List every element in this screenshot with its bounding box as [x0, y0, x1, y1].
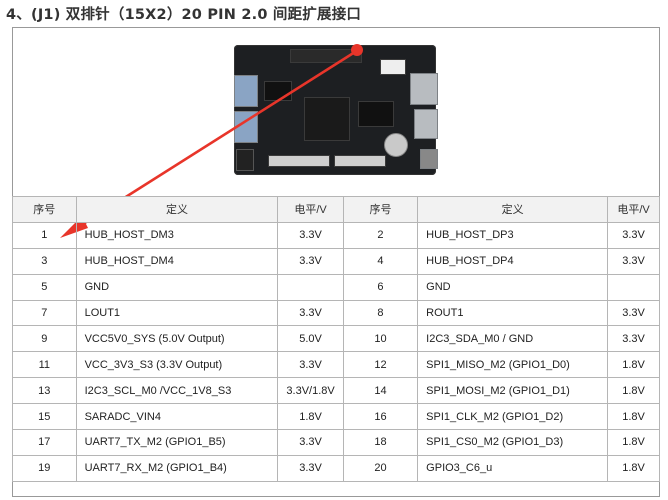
soc-chip	[304, 97, 350, 141]
table-row: 5 GND 6 GND	[12, 273, 660, 301]
pin-number: 11	[12, 351, 77, 379]
pin-number: 6	[342, 273, 419, 301]
pin-number: 7	[12, 299, 77, 327]
usb-port-top	[234, 75, 258, 107]
pin-level: 3.3V	[277, 454, 344, 482]
pin-number: 4	[342, 247, 419, 275]
pin-definition: SPI1_CS0_M2 (GPIO1_D3)	[417, 429, 609, 456]
audio-jack	[236, 149, 254, 171]
board-photo	[234, 45, 438, 175]
pin-level: 3.3V	[277, 299, 344, 327]
pin-definition: SPI1_MOSI_M2 (GPIO1_D1)	[417, 377, 609, 405]
pin-level: 3.3V	[277, 351, 344, 379]
pin-level: 3.3V	[607, 247, 660, 275]
usb-c-port	[420, 149, 438, 169]
pin-level	[277, 273, 344, 301]
pin-number: 16	[342, 403, 419, 431]
pin-level: 1.8V	[607, 403, 660, 431]
pin-number: 8	[342, 299, 419, 327]
pin-level: 3.3V/1.8V	[277, 377, 344, 405]
pin-table: 序号 定义 电平/V 序号 定义 电平/V 1 HUB_HOST_DM3 3.3…	[12, 196, 660, 482]
table-row: 17 UART7_TX_M2 (GPIO1_B5) 3.3V 18 SPI1_C…	[12, 429, 660, 456]
pin-level: 1.8V	[607, 429, 660, 456]
pin-definition: VCC5V0_SYS (5.0V Output)	[75, 325, 279, 353]
pin-level: 1.8V	[607, 377, 660, 405]
pin-definition: GND	[417, 273, 609, 301]
table-header-row: 序号 定义 电平/V 序号 定义 电平/V	[12, 196, 660, 223]
pin-definition: I2C3_SCL_M0 /VCC_1V8_S3	[75, 377, 279, 405]
pin-number: 20	[342, 454, 419, 482]
header-level: 电平/V	[607, 196, 660, 223]
usb-port-bottom	[234, 111, 258, 143]
table-row: 7 LOUT1 3.3V 8 ROUT1 3.3V	[12, 299, 660, 327]
pin-number: 9	[12, 325, 77, 353]
pin-level: 3.3V	[277, 429, 344, 456]
pin-number: 12	[342, 351, 419, 379]
pin-definition: HUB_HOST_DM4	[75, 247, 279, 275]
pin-number: 3	[12, 247, 77, 275]
hdmi-port	[414, 109, 438, 139]
table-row: 15 SARADC_VIN4 1.8V 16 SPI1_CLK_M2 (GPIO…	[12, 403, 660, 431]
ram-chip	[358, 101, 394, 127]
pin-level: 1.8V	[607, 351, 660, 379]
table-row: 13 I2C3_SCL_M0 /VCC_1V8_S3 3.3V/1.8V 14 …	[12, 377, 660, 405]
pin-definition: VCC_3V3_S3 (3.3V Output)	[75, 351, 279, 379]
pin-number: 14	[342, 377, 419, 405]
pin-level: 5.0V	[277, 325, 344, 353]
header-definition: 定义	[417, 196, 609, 223]
pin-number: 5	[12, 273, 77, 301]
pin-level: 1.8V	[277, 403, 344, 431]
pin-definition: GND	[75, 273, 279, 301]
pin-level: 3.3V	[607, 221, 660, 249]
table-row: 19 UART7_RX_M2 (GPIO1_B4) 3.3V 20 GPIO3_…	[12, 454, 660, 482]
pin-definition: SARADC_VIN4	[75, 403, 279, 431]
pin-number: 18	[342, 429, 419, 456]
pin-definition: HUB_HOST_DP4	[417, 247, 609, 275]
table-row: 1 HUB_HOST_DM3 3.3V 2 HUB_HOST_DP3 3.3V	[12, 221, 660, 249]
pin-level: 3.3V	[607, 299, 660, 327]
pin-level	[607, 273, 660, 301]
pin-definition: SPI1_MISO_M2 (GPIO1_D0)	[417, 351, 609, 379]
pin-number: 10	[342, 325, 419, 353]
table-row: 11 VCC_3V3_S3 (3.3V Output) 3.3V 12 SPI1…	[12, 351, 660, 379]
pin-definition: HUB_HOST_DM3	[75, 221, 279, 249]
fan-connector	[380, 59, 406, 75]
pin-definition: UART7_RX_M2 (GPIO1_B4)	[75, 454, 279, 482]
header-definition: 定义	[75, 196, 279, 223]
pin-level: 1.8V	[607, 454, 660, 482]
pin-number: 13	[12, 377, 77, 405]
pin-definition: LOUT1	[75, 299, 279, 327]
pin-number: 15	[12, 403, 77, 431]
rtc-battery	[384, 133, 408, 157]
pin-level: 3.3V	[277, 247, 344, 275]
pmic-chip	[264, 81, 292, 101]
pin-definition: I2C3_SDA_M0 / GND	[417, 325, 609, 353]
connector-strip	[268, 155, 330, 167]
pin-level: 3.3V	[607, 325, 660, 353]
ethernet-port	[410, 73, 438, 105]
pin-number: 17	[12, 429, 77, 456]
pin-level: 3.3V	[277, 221, 344, 249]
pin-definition: HUB_HOST_DP3	[417, 221, 609, 249]
header-index: 序号	[12, 196, 77, 223]
pin-definition: UART7_TX_M2 (GPIO1_B5)	[75, 429, 279, 456]
pin-number: 2	[342, 221, 419, 249]
pin-definition: SPI1_CLK_M2 (GPIO1_D2)	[417, 403, 609, 431]
pin-definition: GPIO3_C6_u	[417, 454, 609, 482]
section-title: 4、(J1) 双排针（15X2）20 PIN 2.0 间距扩展接口	[6, 7, 362, 23]
pin-number: 1	[12, 221, 77, 249]
pin-number: 19	[12, 454, 77, 482]
pin-definition: ROUT1	[417, 299, 609, 327]
connector-strip-2	[334, 155, 386, 167]
table-row: 3 HUB_HOST_DM4 3.3V 4 HUB_HOST_DP4 3.3V	[12, 247, 660, 275]
header-index: 序号	[342, 196, 419, 223]
table-row: 9 VCC5V0_SYS (5.0V Output) 5.0V 10 I2C3_…	[12, 325, 660, 353]
header-level: 电平/V	[277, 196, 344, 223]
j1-marker	[351, 44, 363, 56]
